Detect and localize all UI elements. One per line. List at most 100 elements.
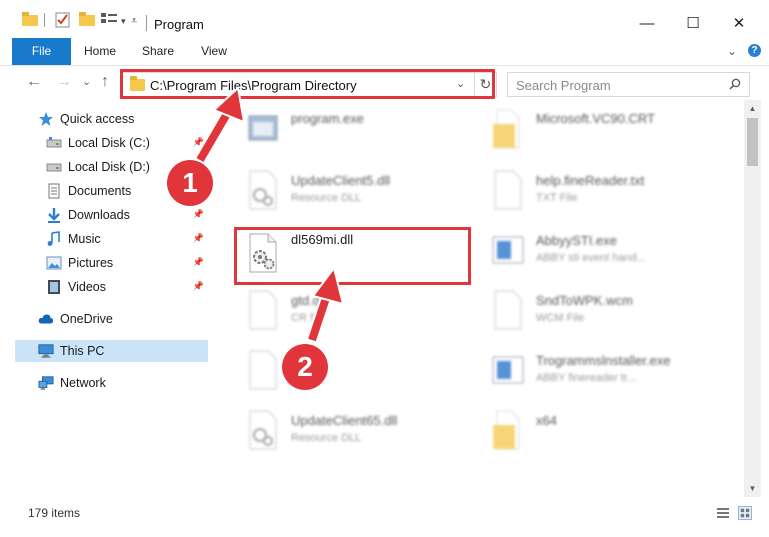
status-bar: 179 items <box>0 497 769 537</box>
sidebar-item-pictures[interactable]: Pictures 📌 <box>16 252 208 274</box>
documents-icon <box>48 183 60 199</box>
navigation-pane: Quick access Local Disk (C:) 📌 Local Dis… <box>0 100 213 497</box>
folder-icon <box>130 76 145 91</box>
file-name: x64 <box>536 413 557 428</box>
sidebar-item-downloads[interactable]: Downloads 📌 <box>16 204 208 226</box>
videos-icon <box>48 280 60 294</box>
pictures-icon <box>46 256 62 270</box>
sidebar-item-label: Downloads <box>68 208 130 222</box>
sidebar-item-videos[interactable]: Videos 📌 <box>16 276 208 298</box>
downloads-icon <box>48 208 60 223</box>
search-input[interactable]: Search Program <box>516 78 611 93</box>
tab-file[interactable]: File <box>12 38 71 65</box>
star-icon <box>39 112 53 126</box>
sidebar-item-this-pc[interactable]: This PC <box>15 340 208 362</box>
scroll-thumb[interactable] <box>747 118 758 166</box>
file-type: WCM File <box>536 312 585 324</box>
file-name: SndToWPK.wcm <box>536 293 633 308</box>
forward-button[interactable]: → <box>56 73 72 91</box>
address-bar[interactable]: C:\Program Files\Program Directory ⌄ ↻ <box>121 72 497 97</box>
step-1-badge: 1 <box>167 160 213 206</box>
file-item-blank[interactable] <box>236 343 476 399</box>
file-item-gtd-dll[interactable]: gtd.dll CR file <box>236 283 476 339</box>
item-count: 179 items <box>28 506 81 520</box>
tab-home[interactable]: Home <box>78 38 122 65</box>
refresh-button[interactable]: ↻ <box>474 73 496 96</box>
sidebar-item-network[interactable]: Network <box>16 372 208 394</box>
dll-file-icon <box>249 233 277 273</box>
file-item-help-finereader-txt[interactable]: help.fineReader.txt TXT File <box>481 163 721 219</box>
file-item-microsoft-vc90-crt[interactable]: Microsoft.VC90.CRT <box>481 102 721 158</box>
vertical-scrollbar[interactable]: ▲ ▼ <box>744 100 761 497</box>
view-options-icon[interactable] <box>101 12 119 28</box>
exe-file-icon <box>492 236 524 264</box>
file-item-updateclient5-dll[interactable]: UpdateClient5.dll Resource DLL <box>236 163 476 219</box>
file-item-abbyysti-exe[interactable]: AbbyySTI.exe ABBY sti event hand... <box>481 223 721 279</box>
pin-icon: 📌 <box>192 257 204 267</box>
address-row: ← → ⌄ ↑ C:\Program Files\Program Directo… <box>0 66 769 100</box>
sidebar-item-onedrive[interactable]: OneDrive <box>16 308 208 330</box>
file-item-x64[interactable]: x64 <box>481 403 721 459</box>
music-icon <box>47 231 60 246</box>
search-box[interactable]: Search Program <box>507 72 750 97</box>
file-name: dl569mi.dll <box>291 232 354 247</box>
sidebar-item-label: This PC <box>60 344 105 358</box>
tab-share[interactable]: Share <box>136 38 180 65</box>
help-icon[interactable]: ? <box>748 44 761 57</box>
file-type: TXT File <box>536 192 578 204</box>
toolbar-separator <box>44 13 45 27</box>
recent-locations-button[interactable]: ⌄ <box>82 75 91 88</box>
file-type: ABBY sti event hand... <box>536 252 646 264</box>
network-icon <box>38 376 54 390</box>
file-name: UpdateClient65.dll <box>291 413 398 428</box>
cloud-icon <box>38 314 54 324</box>
file-item-dl569mi-dll[interactable]: dl569mi.dll <box>236 226 476 282</box>
file-name: Microsoft.VC90.CRT <box>536 111 655 126</box>
sidebar-item-label: Music <box>68 232 101 246</box>
file-type: Resource DLL <box>291 192 362 204</box>
file-icon <box>249 350 277 390</box>
file-item-program-exe[interactable]: program.exe <box>236 102 476 158</box>
properties-icon[interactable] <box>55 12 71 28</box>
ribbon-tabs: File Home Share View ⌄ ? <box>0 38 769 66</box>
sidebar-item-local-disk-c[interactable]: Local Disk (C:) 📌 <box>16 132 208 154</box>
file-name: program.exe <box>291 111 364 126</box>
text-file-icon <box>494 170 522 210</box>
maximize-button[interactable]: ☐ <box>682 12 704 34</box>
file-name: gtd.dll <box>291 293 326 308</box>
chevron-down-icon[interactable]: ▾ <box>121 16 126 27</box>
file-name: Trogrammslnstaller.exe <box>536 353 671 368</box>
scroll-down-icon[interactable]: ▼ <box>744 480 761 497</box>
exe-file-icon <box>248 115 278 141</box>
address-path[interactable]: C:\Program Files\Program Directory <box>150 78 357 93</box>
sidebar-item-label: Network <box>60 376 106 390</box>
sidebar-item-label: Local Disk (D:) <box>68 160 150 174</box>
customize-toolbar-icon[interactable]: ⩡ <box>131 15 137 28</box>
search-icon[interactable] <box>729 78 741 90</box>
new-folder-icon[interactable] <box>79 12 95 26</box>
address-dropdown-icon[interactable]: ⌄ <box>456 77 465 90</box>
file-item-trogrammslnstaller-exe[interactable]: Trogrammslnstaller.exe ABBY finereader t… <box>481 343 721 399</box>
file-type: ABBY finereader tr... <box>536 372 637 384</box>
drive-icon <box>46 137 62 148</box>
up-button[interactable]: ↑ <box>101 73 109 91</box>
sidebar-item-music[interactable]: Music 📌 <box>16 228 208 250</box>
details-view-icon[interactable] <box>716 506 730 520</box>
title-separator <box>146 15 147 31</box>
minimize-button[interactable]: — <box>636 12 658 34</box>
sidebar-item-label: Documents <box>68 184 132 198</box>
file-item-updateclient65-dll[interactable]: UpdateClient65.dll Resource DLL <box>236 403 476 459</box>
pin-icon: 📌 <box>192 281 204 291</box>
sidebar-item-label: Local Disk (C:) <box>68 136 150 150</box>
tiles-view-icon[interactable] <box>738 506 752 520</box>
tab-view[interactable]: View <box>194 38 234 65</box>
ribbon-expand-icon[interactable]: ⌄ <box>727 44 737 58</box>
dll-file-icon <box>249 410 277 450</box>
close-button[interactable]: ✕ <box>728 12 750 34</box>
file-item-sndtowpk-wcm[interactable]: SndToWPK.wcm WCM File <box>481 283 721 339</box>
back-button[interactable]: ← <box>26 73 42 91</box>
scroll-up-icon[interactable]: ▲ <box>744 100 761 117</box>
file-type: Resource DLL <box>291 432 362 444</box>
sidebar-item-quick-access[interactable]: Quick access <box>16 108 208 130</box>
exe-file-icon <box>492 356 524 384</box>
